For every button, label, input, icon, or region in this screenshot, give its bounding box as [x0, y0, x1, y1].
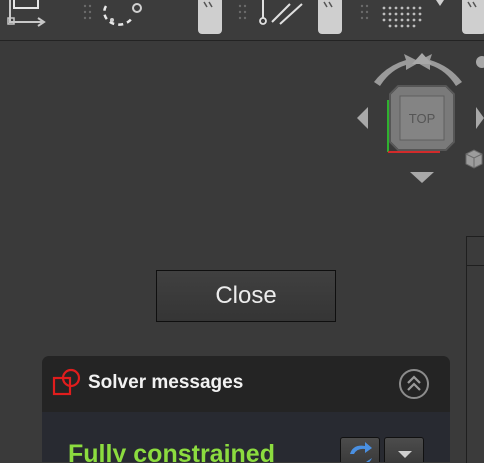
- toolbar-grip-2[interactable]: [238, 4, 247, 20]
- radius-arc-icon[interactable]: [103, 3, 142, 26]
- nav-left-arrow-icon[interactable]: [357, 107, 368, 129]
- lock-constraint-icon[interactable]: [7, 0, 46, 27]
- solver-panel-header[interactable]: Solver messages: [42, 356, 450, 412]
- cube-face-label: TOP: [409, 111, 436, 126]
- sketcher-toolbar: [0, 0, 484, 41]
- rotate-left-arrow-icon[interactable]: [374, 54, 420, 86]
- navigation-cube[interactable]: TOP: [352, 50, 484, 190]
- overflow-chevron-icon[interactable]: [198, 0, 222, 34]
- side-panel-scrollbar[interactable]: [466, 236, 484, 463]
- solver-panel-body: Fully constrained: [42, 412, 450, 462]
- toolbar-icons: [7, 0, 484, 34]
- nav-down-arrow-icon[interactable]: [410, 172, 434, 183]
- close-button[interactable]: Close: [156, 270, 336, 322]
- refresh-icon: [350, 442, 372, 462]
- sketcher-constraint-icon: [52, 368, 81, 396]
- solver-status: Fully constrained: [68, 440, 275, 462]
- refresh-button[interactable]: [340, 437, 380, 462]
- collapse-chevrons-icon[interactable]: [398, 368, 430, 400]
- nav-right-arrow-icon[interactable]: [476, 107, 484, 129]
- close-button-label: Close: [215, 282, 277, 309]
- overflow-chevron-icon[interactable]: [318, 0, 342, 34]
- toolbar-grip-1[interactable]: [83, 4, 92, 20]
- toolbar-grip-3[interactable]: [360, 4, 369, 20]
- view-menu-cube-icon[interactable]: [465, 149, 483, 169]
- dropdown-arrow-icon: [398, 451, 412, 458]
- grid-snap-icon[interactable]: [382, 0, 444, 28]
- overflow-chevron-icon[interactable]: [462, 0, 484, 34]
- scrollbar-cap[interactable]: [467, 237, 484, 266]
- solver-menu-button[interactable]: [384, 437, 424, 462]
- view-menu-dot-icon[interactable]: [476, 56, 484, 68]
- construction-line-icon[interactable]: [259, 0, 303, 25]
- solver-panel-title: Solver messages: [88, 372, 244, 393]
- solver-messages-panel: Solver messages Fully constrained: [42, 356, 450, 462]
